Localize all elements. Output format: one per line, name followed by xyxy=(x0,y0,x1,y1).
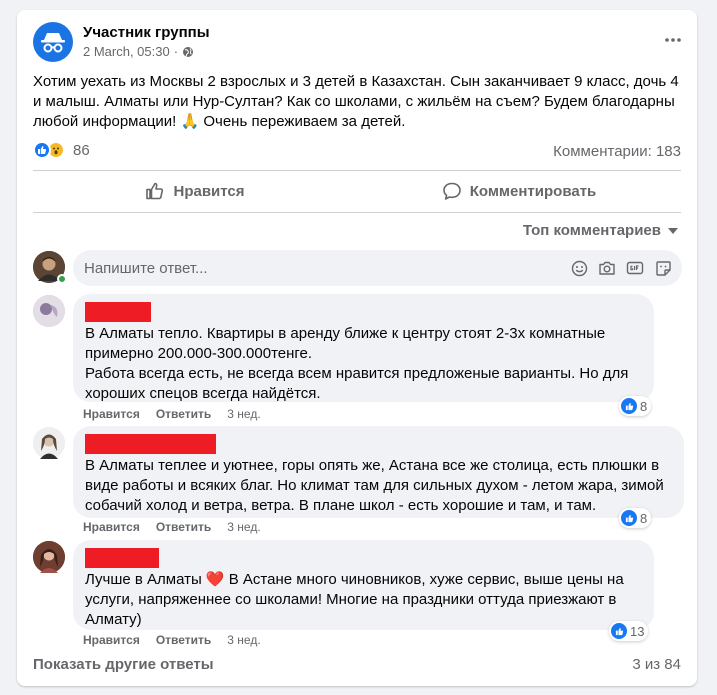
comment-like-button[interactable]: Нравится xyxy=(83,407,140,421)
comment-bubble: Лучше в Алматы ❤️ В Астане много чиновни… xyxy=(73,540,654,630)
divider xyxy=(33,212,681,213)
commenter-avatar[interactable] xyxy=(33,427,65,459)
camera-icon[interactable] xyxy=(598,258,616,278)
reply-box xyxy=(73,250,682,286)
comment-time[interactable]: 3 нед. xyxy=(227,407,260,421)
comment-reaction-count[interactable]: 8 xyxy=(619,508,652,528)
commenter-avatar[interactable] xyxy=(33,295,65,327)
reaction-summary[interactable]: 86 xyxy=(33,141,90,159)
comment-button[interactable]: Комментировать xyxy=(357,173,681,209)
comment-bubble: В Алматы тепло. Квартиры в аренду ближе … xyxy=(73,294,654,402)
comments-count[interactable]: Комментарии: 183 xyxy=(553,143,681,160)
comment-text: В Алматы теплее и уютнее, горы опять же,… xyxy=(85,457,664,514)
post-date[interactable]: 2 March, 05:30 xyxy=(83,44,170,59)
commenter-avatar[interactable] xyxy=(33,541,65,573)
reply-tools xyxy=(570,258,672,278)
reaction-number: 8 xyxy=(640,510,648,526)
user-photo-icon xyxy=(33,427,65,459)
comments-pager: 3 из 84 xyxy=(632,656,681,673)
reply-input[interactable] xyxy=(73,250,553,286)
show-more-replies-link[interactable]: Показать другие ответы xyxy=(33,656,214,673)
comment-text: В Алматы тепло. Квартиры в аренду ближе … xyxy=(85,325,629,402)
more-options-button[interactable] xyxy=(661,28,685,52)
ellipsis-icon xyxy=(665,38,681,42)
redacted-name xyxy=(85,302,151,322)
comment-time[interactable]: 3 нед. xyxy=(227,520,260,534)
post-text: Хотим уехать из Москвы 2 взрослых и 3 де… xyxy=(33,73,683,130)
user-photo-icon xyxy=(33,541,65,573)
like-reaction-icon xyxy=(33,141,51,159)
like-reaction-icon xyxy=(621,398,637,414)
comment-button-label: Комментировать xyxy=(469,182,597,200)
globe-icon xyxy=(183,46,194,57)
comment-actions: Нравится Ответить 3 нед. xyxy=(83,633,261,647)
sort-comments-dropdown[interactable]: Топ комментариев xyxy=(523,222,679,239)
sticker-icon[interactable] xyxy=(654,258,672,278)
comment-reply-button[interactable]: Ответить xyxy=(156,407,211,421)
like-button-label: Нравится xyxy=(173,182,245,200)
speech-bubble-icon xyxy=(442,182,461,200)
comment-reply-button[interactable]: Ответить xyxy=(156,633,211,647)
comment-reaction-count[interactable]: 8 xyxy=(619,396,652,416)
reaction-count: 86 xyxy=(73,141,90,159)
comment-actions: Нравится Ответить 3 нед. xyxy=(83,520,261,534)
thumbs-up-icon xyxy=(146,182,164,200)
comment-time[interactable]: 3 нед. xyxy=(227,633,260,647)
incognito-icon xyxy=(41,33,65,53)
post-author[interactable]: Участник группы xyxy=(83,24,210,41)
post-meta: 2 March, 05:30 · xyxy=(83,44,194,59)
sort-label: Топ комментариев xyxy=(522,222,661,239)
gif-icon[interactable] xyxy=(626,258,644,278)
like-reaction-icon xyxy=(621,510,637,526)
redacted-name xyxy=(85,548,159,568)
comment-reaction-count[interactable]: 13 xyxy=(609,621,649,641)
meta-separator: · xyxy=(173,44,179,59)
user-photo-icon xyxy=(33,295,65,327)
online-status-dot xyxy=(57,274,67,284)
group-member-avatar[interactable] xyxy=(33,22,73,62)
comment-actions: Нравится Ответить 3 нед. xyxy=(83,407,261,421)
divider xyxy=(33,170,681,171)
reaction-number: 13 xyxy=(630,623,645,639)
comment-like-button[interactable]: Нравится xyxy=(83,633,140,647)
like-button[interactable]: Нравится xyxy=(33,173,357,209)
reaction-number: 8 xyxy=(640,398,648,414)
comment-bubble: В Алматы теплее и уютнее, горы опять же,… xyxy=(73,426,684,518)
emoji-icon[interactable] xyxy=(570,258,588,278)
post-card: Участник группы 2 March, 05:30 · Хотим у… xyxy=(17,10,697,686)
comment-reply-button[interactable]: Ответить xyxy=(156,520,211,534)
redacted-name xyxy=(85,434,216,454)
caret-down-icon xyxy=(668,227,678,234)
comment-text: Лучше в Алматы ❤️ В Астане много чиновни… xyxy=(85,571,624,628)
like-reaction-icon xyxy=(611,623,627,639)
comment-like-button[interactable]: Нравится xyxy=(83,520,140,534)
